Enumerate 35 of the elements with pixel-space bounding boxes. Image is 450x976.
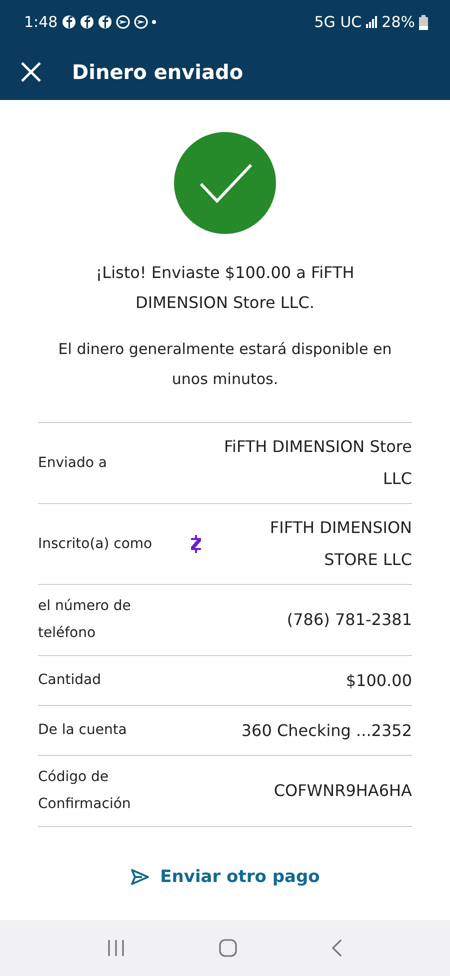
send-notification-icon xyxy=(116,15,130,29)
detail-label: Cantidad xyxy=(38,671,102,690)
close-icon xyxy=(20,61,42,83)
network-label: 5G UC xyxy=(314,13,362,31)
facebook-icon xyxy=(80,15,94,29)
detail-value: 360 Checking ...2352 xyxy=(240,720,412,742)
detail-value: $100.00 xyxy=(344,670,412,692)
detail-label: el número de teléfono xyxy=(38,597,132,643)
detail-label: Enviado a xyxy=(38,454,108,472)
confirmation-message: ¡Listo! Enviaste $100.00 a FiFTH DIMENSION Store LLC. xyxy=(94,262,356,314)
battery-icon xyxy=(419,14,428,30)
facebook-icon xyxy=(98,15,112,29)
close-button[interactable] xyxy=(20,61,42,83)
send-icon xyxy=(130,868,150,886)
send-notification-icon xyxy=(134,15,148,29)
detail-value: COFWNR9HA6HA xyxy=(272,780,412,802)
detail-value: FIFTH DIMENSION STORE LLC xyxy=(268,517,412,571)
dot-icon xyxy=(152,20,156,24)
recent-apps-icon[interactable] xyxy=(107,939,125,957)
battery-percent: 28% xyxy=(382,13,415,31)
screen-title: Dinero enviado xyxy=(72,60,244,84)
back-icon[interactable] xyxy=(331,939,343,957)
detail-label: Código de Confirmación xyxy=(38,768,132,814)
detail-value: (786) 781-2381 xyxy=(286,609,412,631)
detail-label: Inscrito(a) como xyxy=(38,534,154,554)
detail-label: De la cuenta xyxy=(38,721,128,740)
facebook-icon xyxy=(62,15,76,29)
zelle-icon xyxy=(190,535,202,553)
availability-note: El dinero generalmente estará disponible en unos minutos. xyxy=(57,339,393,390)
signal-icon xyxy=(366,16,378,28)
send-another-payment-link[interactable]: Enviar otro pago xyxy=(126,863,324,891)
clock: 1:48 xyxy=(24,13,58,31)
detail-value: FiFTH DIMENSION Store LLC xyxy=(222,436,412,490)
success-check-icon xyxy=(174,132,276,234)
home-icon[interactable] xyxy=(219,939,237,957)
